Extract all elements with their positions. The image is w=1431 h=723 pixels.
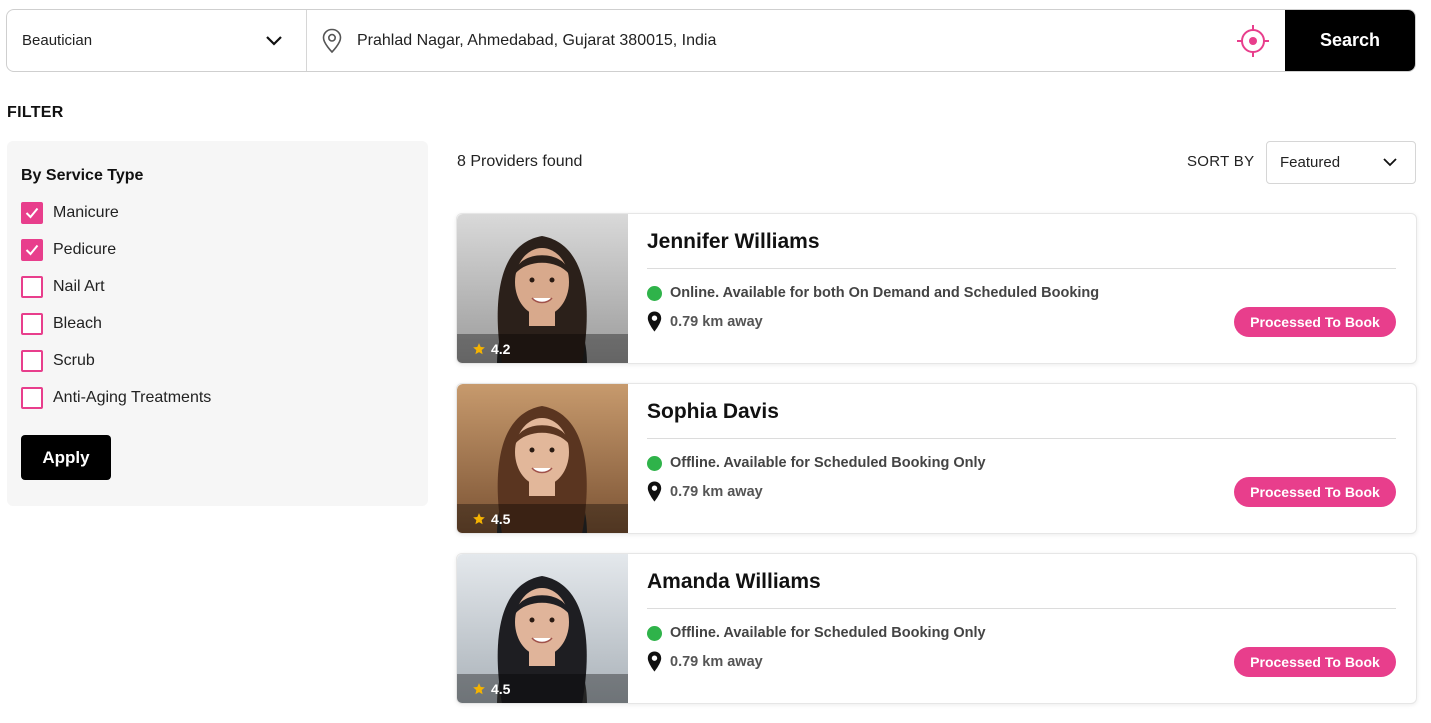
divider bbox=[647, 438, 1396, 439]
checkbox[interactable] bbox=[21, 349, 43, 372]
provider-card[interactable]: 4.5 Sophia Davis Offline. Available for Sc… bbox=[456, 383, 1417, 534]
provider-photo-frame: 4.5 bbox=[457, 384, 628, 533]
rating-value: 4.5 bbox=[491, 511, 511, 527]
results-count: 8 Providers found bbox=[457, 153, 583, 170]
locate-me-button[interactable] bbox=[1227, 10, 1279, 71]
location-field bbox=[307, 10, 1285, 71]
map-pin-icon bbox=[647, 311, 662, 332]
filter-option-label: Scrub bbox=[53, 351, 95, 369]
divider bbox=[647, 268, 1396, 269]
rating-badge: 4.2 bbox=[472, 341, 510, 357]
filter-option[interactable]: Manicure bbox=[21, 194, 414, 231]
sort-value: Featured bbox=[1280, 154, 1341, 171]
checkbox[interactable] bbox=[21, 386, 43, 409]
filter-option-label: Pedicure bbox=[53, 240, 117, 258]
sort-select[interactable]: Featured bbox=[1266, 141, 1416, 184]
star-icon bbox=[473, 343, 485, 355]
checkbox[interactable] bbox=[21, 201, 43, 224]
rating-value: 4.5 bbox=[491, 681, 511, 697]
sort-label: SORT BY bbox=[1187, 153, 1255, 170]
provider-photo-frame: 4.2 bbox=[457, 214, 628, 363]
checkmark-icon bbox=[25, 207, 39, 218]
filter-option[interactable]: Anti-Aging Treatments bbox=[21, 379, 414, 416]
service-type-title: By Service Type bbox=[21, 167, 144, 184]
star-icon bbox=[473, 683, 485, 695]
availability-status: Offline. Available for Scheduled Booking… bbox=[647, 625, 986, 641]
status-dot-icon bbox=[647, 285, 662, 301]
filter-option[interactable]: Pedicure bbox=[21, 231, 414, 268]
book-button[interactable]: Processed To Book bbox=[1234, 477, 1396, 507]
filter-option-label: Nail Art bbox=[53, 277, 105, 295]
category-value: Beautician bbox=[22, 32, 93, 49]
provider-name[interactable]: Jennifer Williams bbox=[647, 230, 820, 254]
distance-text: 0.79 km away bbox=[670, 313, 763, 330]
map-pin-icon bbox=[647, 481, 662, 502]
status-text: Online. Available for both On Demand and… bbox=[670, 285, 1100, 301]
filter-option[interactable]: Bleach bbox=[21, 305, 414, 342]
availability-status: Online. Available for both On Demand and… bbox=[647, 285, 1099, 301]
divider bbox=[647, 608, 1396, 609]
checkmark-icon bbox=[25, 244, 39, 255]
checkbox[interactable] bbox=[21, 238, 43, 261]
map-pin-icon bbox=[647, 651, 662, 672]
provider-photo-frame: 4.5 bbox=[457, 554, 628, 703]
filter-heading: FILTER bbox=[7, 104, 64, 121]
distance: 0.79 km away bbox=[647, 311, 763, 332]
chevron-down-icon bbox=[266, 35, 282, 46]
distance-text: 0.79 km away bbox=[670, 483, 763, 500]
filter-option-label: Anti-Aging Treatments bbox=[53, 388, 212, 406]
category-select[interactable]: Beautician bbox=[7, 10, 307, 71]
filter-panel: By Service Type Manicure Pedicure Nail Art… bbox=[7, 141, 428, 506]
star-icon bbox=[473, 513, 485, 525]
status-dot-icon bbox=[647, 455, 662, 471]
status-text: Offline. Available for Scheduled Booking… bbox=[670, 625, 986, 641]
rating-value: 4.2 bbox=[491, 341, 511, 357]
provider-name[interactable]: Sophia Davis bbox=[647, 400, 779, 424]
rating-badge: 4.5 bbox=[472, 511, 510, 527]
distance: 0.79 km away bbox=[647, 481, 763, 502]
crosshair-icon bbox=[1237, 24, 1269, 57]
search-button[interactable]: Search bbox=[1285, 10, 1415, 71]
chevron-down-icon bbox=[1383, 158, 1397, 167]
distance: 0.79 km away bbox=[647, 651, 763, 672]
location-pin-icon bbox=[322, 28, 342, 53]
status-text: Offline. Available for Scheduled Booking… bbox=[670, 455, 986, 471]
provider-name[interactable]: Amanda Williams bbox=[647, 570, 821, 594]
filter-option-label: Manicure bbox=[53, 203, 119, 221]
search-bar: Beautician Search bbox=[6, 9, 1416, 72]
filter-option[interactable]: Nail Art bbox=[21, 268, 414, 305]
filter-option[interactable]: Scrub bbox=[21, 342, 414, 379]
apply-button[interactable]: Apply bbox=[21, 435, 111, 480]
book-button[interactable]: Processed To Book bbox=[1234, 647, 1396, 677]
distance-text: 0.79 km away bbox=[670, 653, 763, 670]
checkbox[interactable] bbox=[21, 312, 43, 335]
checkbox[interactable] bbox=[21, 275, 43, 298]
rating-badge: 4.5 bbox=[472, 681, 510, 697]
provider-card[interactable]: 4.2 Jennifer Williams Online. Available fo… bbox=[456, 213, 1417, 364]
status-dot-icon bbox=[647, 625, 662, 641]
location-input[interactable] bbox=[357, 31, 1227, 50]
filter-option-label: Bleach bbox=[53, 314, 102, 332]
book-button[interactable]: Processed To Book bbox=[1234, 307, 1396, 337]
provider-card[interactable]: 4.5 Amanda Williams Offline. Available for… bbox=[456, 553, 1417, 704]
availability-status: Offline. Available for Scheduled Booking… bbox=[647, 455, 986, 471]
